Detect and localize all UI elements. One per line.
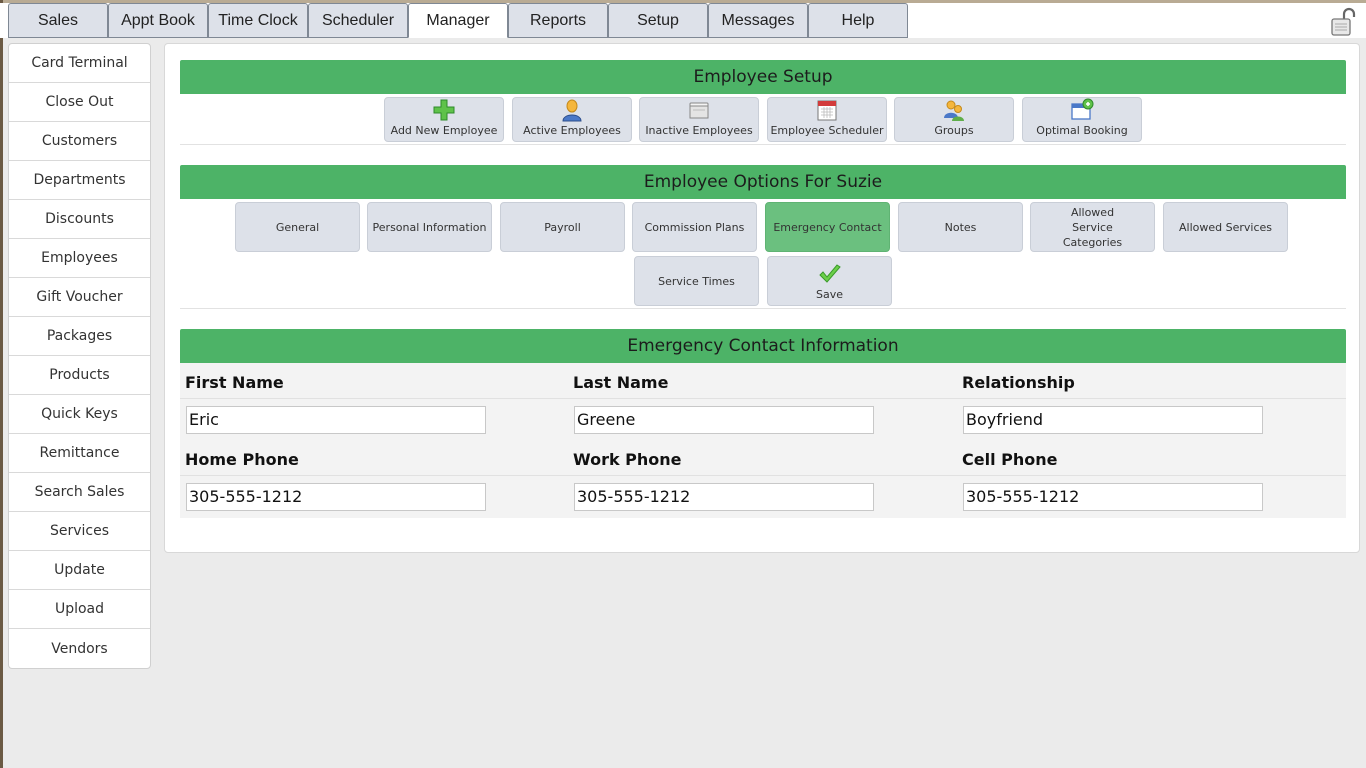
relationship-input[interactable]: Boyfriend [963, 406, 1263, 434]
inactive-employees-button[interactable]: Inactive Employees [639, 97, 759, 142]
sidebar-item-vendors[interactable]: Vendors [9, 629, 150, 668]
sidebar-item-employees[interactable]: Employees [9, 239, 150, 278]
cell-phone-label: Cell Phone [962, 450, 1058, 469]
inactive-employees-label: Inactive Employees [645, 124, 753, 137]
calendar-icon [817, 100, 837, 121]
sidebar-item-products[interactable]: Products [9, 356, 150, 395]
groups-button[interactable]: Groups [894, 97, 1014, 142]
tab-reports[interactable]: Reports [508, 3, 608, 38]
option-emergency-contact-button[interactable]: Emergency Contact [765, 202, 890, 252]
option-commission-plans-button[interactable]: Commission Plans [632, 202, 757, 252]
tab-manager[interactable]: Manager [408, 3, 508, 38]
employee-scheduler-label: Employee Scheduler [770, 124, 884, 137]
emergency-contact-header: Emergency Contact Information [180, 329, 1346, 363]
relationship-label: Relationship [962, 373, 1075, 392]
home-phone-label: Home Phone [185, 450, 299, 469]
sidebar-item-upload[interactable]: Upload [9, 590, 150, 629]
checkmark-icon [818, 264, 841, 283]
tab-time-clock[interactable]: Time Clock [208, 3, 308, 38]
row-divider [180, 475, 1346, 476]
section-divider [180, 308, 1346, 309]
sidebar-item-close-out[interactable]: Close Out [9, 83, 150, 122]
manager-sidebar: Card Terminal Close Out Customers Depart… [8, 43, 151, 669]
tab-messages[interactable]: Messages [708, 3, 808, 38]
optimal-booking-label: Optimal Booking [1036, 124, 1128, 137]
home-phone-input[interactable]: 305-555-1212 [186, 483, 486, 511]
padlock-open-icon[interactable] [1330, 7, 1356, 37]
emergency-contact-form: First Name Last Name Relationship Eric G… [180, 363, 1346, 518]
first-name-input[interactable]: Eric [186, 406, 486, 434]
sidebar-item-search-sales[interactable]: Search Sales [9, 473, 150, 512]
optimal-booking-button[interactable]: Optimal Booking [1022, 97, 1142, 142]
last-name-label: Last Name [573, 373, 669, 392]
option-allowed-services-button[interactable]: Allowed Services [1163, 202, 1288, 252]
groups-label: Groups [934, 124, 974, 137]
sidebar-item-departments[interactable]: Departments [9, 161, 150, 200]
booking-icon [1071, 98, 1094, 120]
add-new-employee-button[interactable]: Add New Employee [384, 97, 504, 142]
tab-setup[interactable]: Setup [608, 3, 708, 38]
top-navigation: Sales Appt Book Time Clock Scheduler Man… [0, 3, 1366, 38]
row-divider [180, 398, 1346, 399]
sidebar-item-update[interactable]: Update [9, 551, 150, 590]
option-payroll-button[interactable]: Payroll [500, 202, 625, 252]
tab-appt-book[interactable]: Appt Book [108, 3, 208, 38]
save-button[interactable]: Save [767, 256, 892, 306]
section-divider [180, 144, 1346, 145]
sidebar-item-card-terminal[interactable]: Card Terminal [9, 44, 150, 83]
active-employees-button[interactable]: Active Employees [512, 97, 632, 142]
green-plus-icon [433, 99, 455, 121]
work-phone-label: Work Phone [573, 450, 682, 469]
person-icon [562, 99, 582, 122]
sidebar-item-quick-keys[interactable]: Quick Keys [9, 395, 150, 434]
sidebar-item-gift-voucher[interactable]: Gift Voucher [9, 278, 150, 317]
sidebar-item-packages[interactable]: Packages [9, 317, 150, 356]
employee-setup-header: Employee Setup [180, 60, 1346, 94]
save-label: Save [815, 288, 843, 301]
last-name-input[interactable]: Greene [574, 406, 874, 434]
employee-scheduler-button[interactable]: Employee Scheduler [767, 97, 887, 142]
left-border-strip [0, 0, 3, 768]
work-phone-input[interactable]: 305-555-1212 [574, 483, 874, 511]
option-service-times-button[interactable]: Service Times [634, 256, 759, 306]
group-icon [944, 100, 964, 121]
cell-phone-input[interactable]: 305-555-1212 [963, 483, 1263, 511]
option-general-button[interactable]: General [235, 202, 360, 252]
folder-icon [689, 102, 709, 119]
tab-scheduler[interactable]: Scheduler [308, 3, 408, 38]
sidebar-item-remittance[interactable]: Remittance [9, 434, 150, 473]
main-panel: Employee Setup Add New Employee Active E… [164, 43, 1360, 553]
option-notes-button[interactable]: Notes [898, 202, 1023, 252]
tab-help[interactable]: Help [808, 3, 908, 38]
employee-options-header: Employee Options For Suzie [180, 165, 1346, 199]
option-allowed-service-categories-button[interactable]: Allowed Service Categories [1030, 202, 1155, 252]
first-name-label: First Name [185, 373, 284, 392]
option-personal-information-button[interactable]: Personal Information [367, 202, 492, 252]
add-new-employee-label: Add New Employee [390, 124, 498, 137]
sidebar-item-discounts[interactable]: Discounts [9, 200, 150, 239]
sidebar-item-services[interactable]: Services [9, 512, 150, 551]
sidebar-item-customers[interactable]: Customers [9, 122, 150, 161]
main-tabs: Sales Appt Book Time Clock Scheduler Man… [8, 3, 908, 38]
tab-sales[interactable]: Sales [8, 3, 108, 38]
active-employees-label: Active Employees [523, 124, 621, 137]
